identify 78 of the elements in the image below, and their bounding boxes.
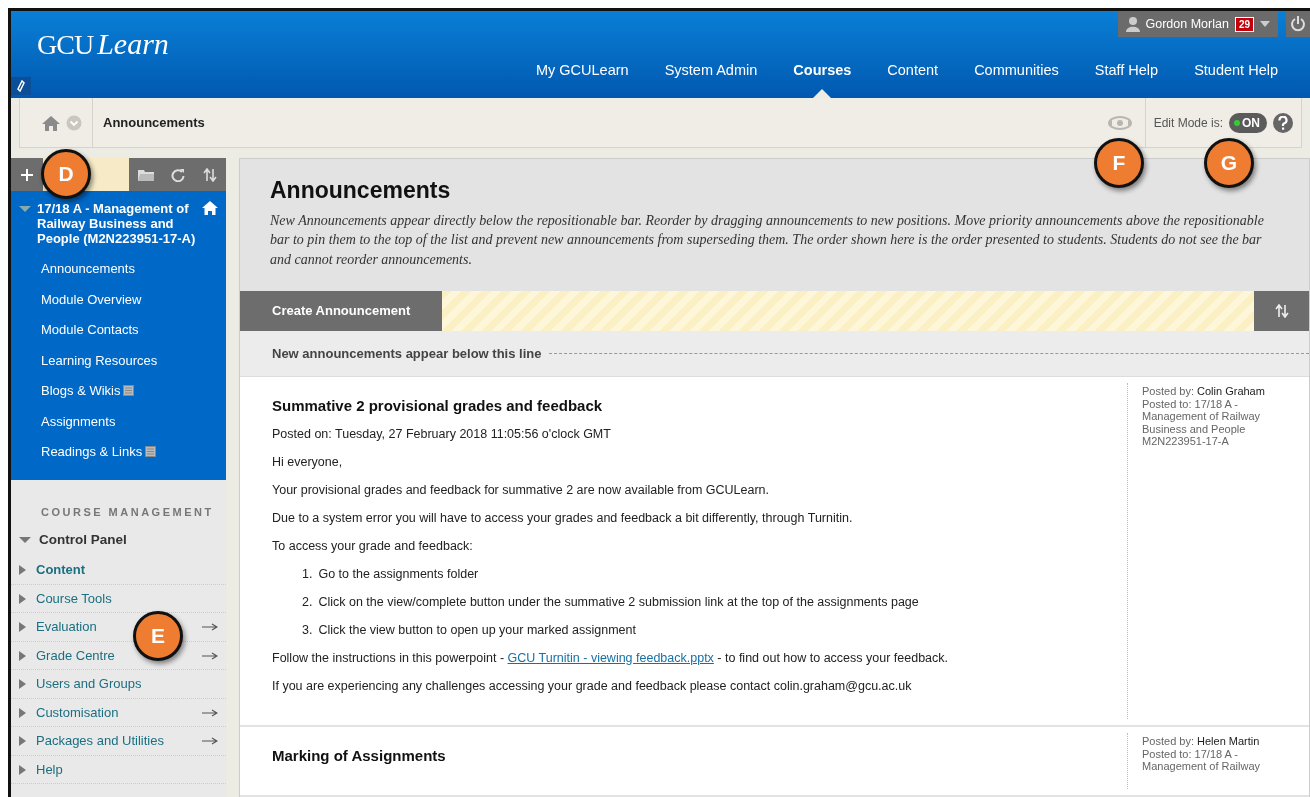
- paragraph: If you are experiencing any challenges accessing your grade and feedback please contact colin.graham@gcu.ac.uk: [272, 678, 913, 696]
- menu-item[interactable]: Assignments: [11, 406, 226, 437]
- logo-text: GCU: [37, 28, 94, 62]
- list-item: Click on the view/complete button under the summative 2 submission link at the top of the assignments page: [318, 594, 919, 612]
- announcement-title: Summative 2 provisional grades and feedback: [272, 397, 604, 416]
- posted-to: Posted to: 17/18 A - Management of Railway: [1142, 747, 1261, 773]
- panel-title: Control Panel: [39, 531, 127, 549]
- expand-caret-icon: [19, 650, 26, 661]
- edit-mode-label: Edit Mode is:: [1153, 114, 1223, 132]
- menu-item[interactable]: Module Overview: [11, 284, 226, 315]
- edit-mode-toggle[interactable]: ON: [1229, 112, 1267, 133]
- folder-icon: [138, 168, 154, 181]
- home-icon[interactable]: [202, 201, 218, 215]
- breadcrumb-item: Announcements: [92, 98, 205, 147]
- nav-tab[interactable]: System Admin: [646, 60, 776, 98]
- refresh-icon: [171, 167, 185, 182]
- expand-caret-icon: [19, 707, 26, 718]
- logo-script-text: Learn: [97, 26, 169, 62]
- menu-item[interactable]: Readings & Links: [11, 437, 226, 468]
- collapse-caret-icon[interactable]: [19, 204, 31, 214]
- caret-icon: [1260, 20, 1270, 28]
- user-name: Gordon Morlan: [1145, 15, 1229, 33]
- user-menu[interactable]: Gordon Morlan 29: [1117, 11, 1278, 37]
- paragraph: Follow the instructions in this powerpoint - GCU Turnitin - viewing feedback.pptx - to find out how to access your feedback.: [272, 650, 950, 668]
- list-item: Go to the assignments folder: [318, 566, 479, 584]
- posted-by: Posted by: Colin Graham: [1142, 385, 1266, 398]
- notification-badge: 29: [1234, 16, 1254, 32]
- home-icon[interactable]: [42, 114, 60, 131]
- page-description: New Announcements appear directly below the repositionable bar. Reorder by dragging announcements to new positions. Move priority announcements above the repositionable bar to pin them to the top of the list and prevent new announcements from superseding them. The order shown here is the order presented to students. Students do not see the bar and cannot reorder announcements.: [270, 211, 1265, 269]
- logout-button[interactable]: [1286, 11, 1310, 37]
- nav-tab[interactable]: Staff Help: [1076, 60, 1177, 98]
- expand-caret-icon: [19, 593, 26, 604]
- power-icon: [1290, 16, 1306, 32]
- paragraph: Hi everyone,: [272, 454, 344, 472]
- menu-item[interactable]: Blogs & Wikis: [11, 376, 226, 407]
- file-link[interactable]: GCU Turnitin - viewing feedback.pptx: [507, 651, 714, 666]
- list-number: 1.: [302, 566, 313, 584]
- expand-caret-icon: [19, 764, 26, 775]
- help-icon: [1278, 115, 1288, 130]
- nav-tab[interactable]: Communities: [956, 60, 1077, 98]
- course-title[interactable]: 17/18 A - Management of Railway Business and People (M2N223951-17-A): [37, 201, 196, 246]
- menu-item[interactable]: Content: [11, 556, 226, 585]
- page-title: Announcements: [270, 177, 452, 205]
- menu-item[interactable]: Packages and Utilities: [11, 727, 226, 756]
- expand-caret-icon: [19, 565, 26, 575]
- list-number: 3.: [302, 622, 313, 640]
- menu-item[interactable]: Learning Resources: [11, 345, 226, 376]
- menu-item[interactable]: Customisation: [11, 698, 226, 728]
- expand-caret-icon: [19, 736, 26, 746]
- sort-icon: [1274, 304, 1289, 319]
- nav-tab[interactable]: My GCULearn: [517, 60, 647, 98]
- menu-item[interactable]: Module Contacts: [11, 315, 226, 346]
- nav-tab[interactable]: Content: [869, 60, 957, 98]
- posted-date: Posted on: Tuesday, 27 February 2018 11:05:56 o'clock GMT: [272, 426, 612, 444]
- divider-label: New announcements appear below this line: [272, 344, 542, 363]
- list-number: 2.: [302, 594, 313, 612]
- callout-marker: D: [41, 149, 91, 199]
- menu-item[interactable]: Help: [11, 755, 226, 785]
- nav-tab[interactable]: Student Help: [1176, 60, 1296, 98]
- announcement-title: Marking of Assignments: [272, 747, 447, 766]
- user-icon: [1125, 16, 1140, 32]
- plus-icon: [21, 168, 33, 181]
- menu-item[interactable]: Users and Groups: [11, 670, 226, 699]
- section-heading: COURSE MANAGEMENT: [40, 504, 215, 520]
- link-button[interactable]: [11, 77, 31, 95]
- paragraph: Your provisional grades and feedback for summative 2 are now available from GCULearn.: [272, 482, 771, 500]
- expand-caret-icon: [19, 679, 26, 689]
- help-button[interactable]: [1273, 112, 1293, 133]
- expand-caret-icon: [19, 622, 26, 632]
- link-icon: [16, 80, 26, 92]
- list-item: Click the view button to open up your marked assignment: [318, 622, 636, 640]
- collapse-caret-icon[interactable]: [19, 535, 31, 546]
- paragraph: To access your grade and feedback:: [272, 538, 474, 556]
- sort-icon: [203, 167, 217, 182]
- paragraph: Due to a system error you will have to access your grades and feedback a bit differently, through Turnitin.: [272, 510, 854, 528]
- menu-item[interactable]: Announcements: [11, 254, 226, 285]
- posted-by: Posted by: Helen Martin: [1142, 735, 1261, 748]
- posted-to: Posted to: 17/18 A - Management of Railway Business and People M2N223951-17-A: [1142, 397, 1261, 448]
